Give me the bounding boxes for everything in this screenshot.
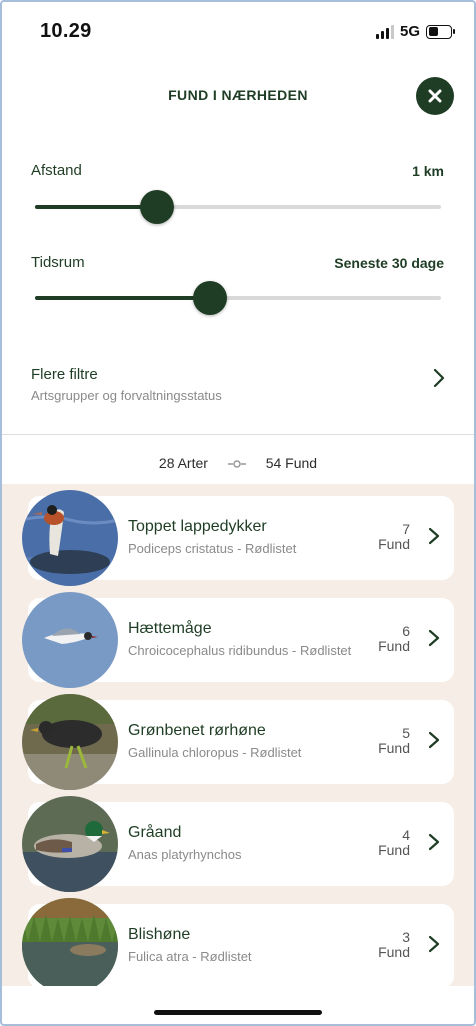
more-filters-row[interactable]: Flere filtre Artsgrupper og forvaltnings…	[0, 360, 476, 416]
species-count-number: 7	[402, 521, 410, 537]
species-name: Toppet lappedykker	[128, 518, 267, 535]
separator-icon	[227, 460, 246, 469]
period-label: Tidsrum	[31, 254, 85, 271]
divider	[0, 434, 476, 435]
species-name: Hættemåge	[128, 620, 212, 637]
species-photo	[22, 694, 118, 790]
signal-icon	[375, 24, 394, 39]
species-count-label: Fund	[378, 740, 410, 756]
species-name: Grønbenet rørhøne	[128, 722, 266, 739]
bottom-area	[0, 986, 476, 1026]
species-photo	[22, 490, 118, 586]
species-count-block: 6 Fund	[378, 624, 410, 654]
chevron-right-icon	[428, 935, 440, 953]
species-count-number: 4	[402, 827, 410, 843]
period-value: Seneste 30 dage	[334, 255, 444, 271]
distance-slider-fill	[35, 205, 157, 209]
species-list: Toppet lappedykker Podiceps cristatus - …	[0, 484, 476, 986]
period-slider-thumb[interactable]	[192, 281, 227, 315]
chevron-right-icon	[428, 731, 440, 749]
species-count-number: 5	[402, 725, 410, 741]
species-latin: Fulica atra - Rødlistet	[128, 949, 252, 964]
findings-count: 54 Fund	[265, 455, 318, 471]
more-filters-title: Flere filtre	[31, 366, 98, 383]
close-button[interactable]	[416, 77, 454, 115]
chevron-right-icon	[428, 527, 440, 545]
chevron-right-icon	[433, 368, 445, 388]
species-count-label: Fund	[378, 842, 410, 858]
home-indicator[interactable]	[154, 1010, 322, 1015]
more-filters-subtitle: Artsgrupper og forvaltningsstatus	[31, 388, 222, 403]
species-count-number: 6	[402, 623, 410, 639]
close-icon	[428, 89, 442, 103]
results-summary: 28 Arter 54 Fund	[0, 455, 476, 471]
chevron-right-icon	[428, 833, 440, 851]
chevron-right-icon	[428, 629, 440, 647]
species-count-block: 7 Fund	[378, 522, 410, 552]
species-name: Gråand	[128, 824, 182, 841]
species-name: Blishøne	[128, 926, 191, 943]
page-title: FUND I NÆRHEDEN	[168, 87, 308, 103]
species-latin: Chroicocephalus ridibundus - Rødlistet	[128, 643, 352, 658]
species-count-block: 4 Fund	[378, 828, 410, 858]
species-count-block: 3 Fund	[378, 930, 410, 960]
species-count: 28 Arter	[158, 455, 208, 471]
species-count-block: 5 Fund	[378, 726, 410, 756]
battery-icon	[426, 24, 455, 39]
species-count-label: Fund	[378, 944, 410, 960]
species-photo	[22, 592, 118, 688]
species-photo	[22, 898, 118, 986]
species-latin: Anas platyrhynchos	[128, 847, 242, 862]
status-bar: 10.29 5G	[0, 18, 476, 48]
distance-value: 1 km	[412, 163, 444, 179]
species-latin: Gallinula chloropus - Rødlistet	[128, 745, 302, 760]
species-count-number: 3	[402, 929, 410, 945]
species-latin: Podiceps cristatus - Rødlistet	[128, 541, 297, 556]
distance-slider[interactable]	[35, 190, 441, 224]
distance-label: Afstand	[31, 162, 82, 179]
status-icons: 5G	[375, 23, 455, 40]
species-count-label: Fund	[378, 638, 410, 654]
period-slider[interactable]	[35, 281, 441, 315]
period-slider-fill	[35, 296, 210, 300]
distance-slider-thumb[interactable]	[139, 190, 174, 224]
species-photo	[22, 796, 118, 892]
species-count-label: Fund	[378, 536, 410, 552]
status-time: 10.29	[40, 20, 92, 42]
network-type: 5G	[399, 23, 420, 40]
